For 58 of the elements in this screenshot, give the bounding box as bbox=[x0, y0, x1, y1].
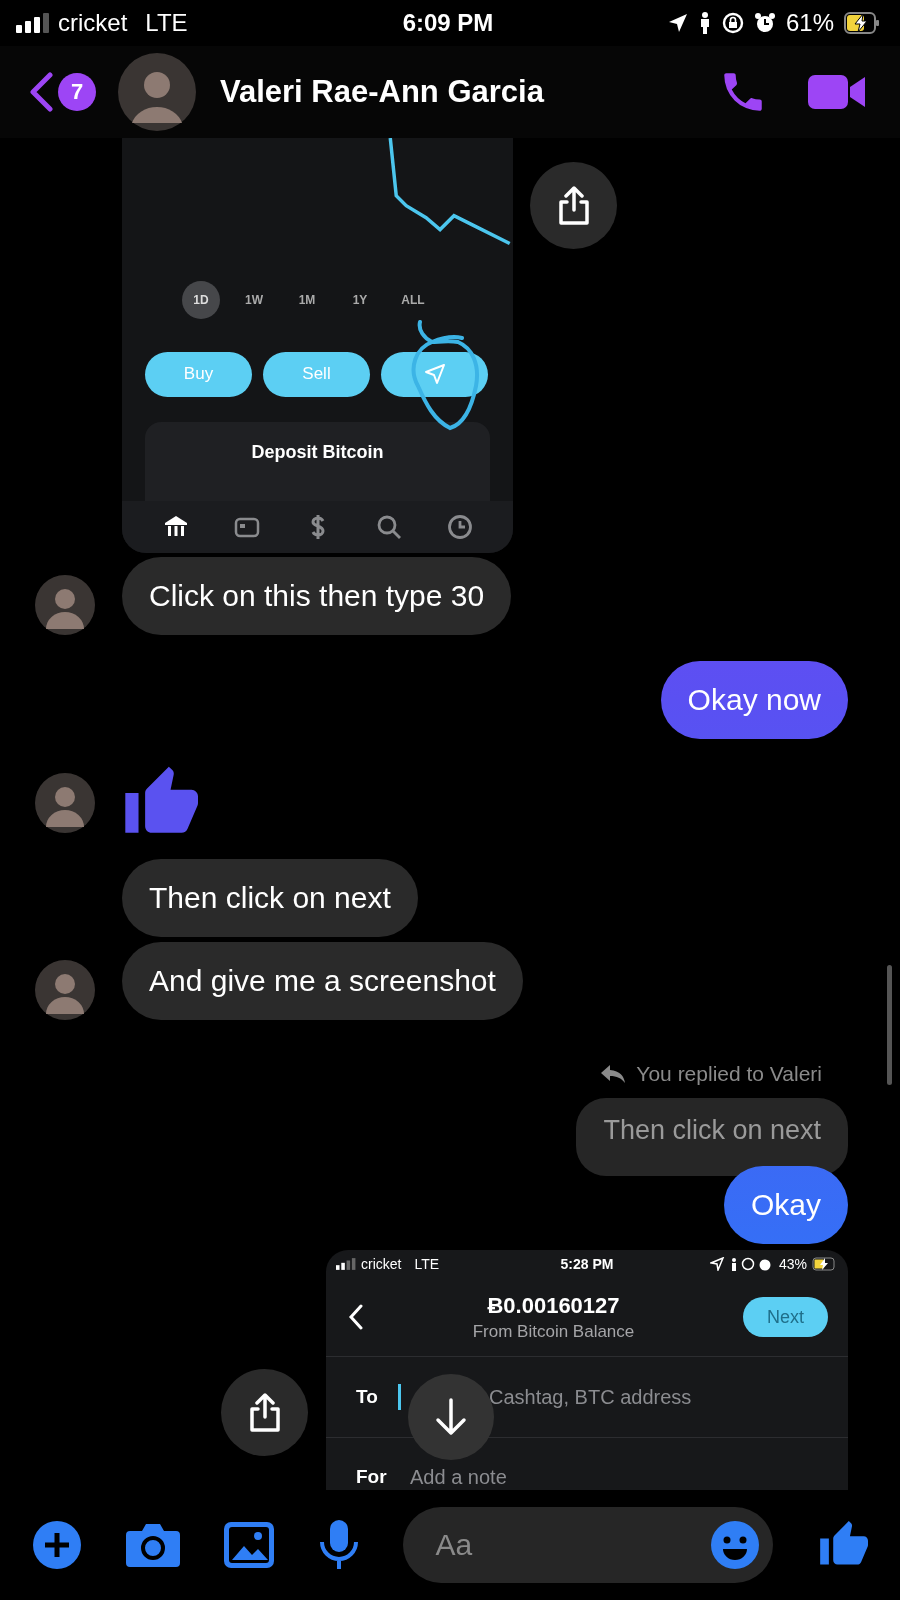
battery-percent: 61% bbox=[785, 9, 834, 37]
placeholder-text: Add a note bbox=[410, 1466, 507, 1489]
battery-icon bbox=[812, 1257, 838, 1271]
bitcoin-amount: Ƀ0.00160127 bbox=[487, 1292, 620, 1319]
sender-avatar[interactable] bbox=[35, 773, 95, 833]
camera-icon[interactable] bbox=[125, 1523, 180, 1567]
time-range-tab[interactable]: ALL bbox=[394, 280, 432, 319]
video-call-icon[interactable] bbox=[808, 72, 866, 112]
location-icon bbox=[667, 13, 688, 33]
message-field[interactable]: Aa bbox=[403, 1507, 774, 1583]
message-bubble: Okay now bbox=[660, 661, 848, 739]
alarm-icon bbox=[753, 12, 776, 34]
time-range-tab[interactable]: 1Y bbox=[341, 280, 379, 319]
search-icon[interactable] bbox=[375, 514, 402, 541]
plus-icon[interactable] bbox=[33, 1521, 81, 1569]
reply-label: You replied to Valeri bbox=[636, 1062, 822, 1086]
back-icon[interactable] bbox=[348, 1304, 364, 1330]
sender-avatar[interactable] bbox=[35, 960, 95, 1020]
reply-icon bbox=[600, 1064, 627, 1084]
contact-avatar[interactable] bbox=[118, 53, 196, 131]
message-bubble: Okay bbox=[723, 1166, 848, 1244]
field-label: For bbox=[356, 1466, 388, 1488]
shared-screenshot[interactable]: 1D 1W 1M 1Y ALL Buy Sell Deposit Bitcoin bbox=[122, 138, 513, 553]
message-bubble: Then click on next bbox=[122, 859, 418, 937]
send-icon bbox=[423, 363, 446, 385]
time-range-tab[interactable]: 1W bbox=[235, 280, 273, 319]
chevron-left-icon bbox=[28, 72, 54, 112]
carrier-name: cricket bbox=[58, 9, 128, 37]
signal-icon bbox=[336, 1258, 356, 1270]
network-type: LTE bbox=[145, 9, 188, 37]
image-icon[interactable] bbox=[224, 1522, 275, 1568]
emoji-icon[interactable] bbox=[711, 1521, 760, 1569]
clock-icon[interactable] bbox=[446, 514, 473, 541]
card-title: Deposit Bitcoin bbox=[251, 441, 384, 464]
signal-icon bbox=[16, 13, 50, 33]
battery-percent: 43% bbox=[778, 1256, 807, 1272]
send-button[interactable] bbox=[381, 351, 488, 397]
balance-source: From Bitcoin Balance bbox=[472, 1321, 635, 1342]
message-bubble: Click on this then type 30 bbox=[122, 557, 512, 635]
network-type: LTE bbox=[414, 1256, 440, 1272]
quoted-message[interactable]: Then click on next bbox=[576, 1098, 848, 1176]
deposit-card[interactable]: Deposit Bitcoin bbox=[145, 421, 490, 502]
microphone-icon[interactable] bbox=[318, 1520, 359, 1570]
arrow-down-icon bbox=[433, 1397, 469, 1437]
field-label: To bbox=[356, 1386, 379, 1408]
scrollbar[interactable] bbox=[887, 965, 892, 1085]
time-range-tab[interactable]: 1D bbox=[182, 280, 220, 319]
clock-time: 5:28 PM bbox=[560, 1256, 614, 1272]
sender-avatar[interactable] bbox=[35, 575, 95, 635]
time-range-tab[interactable]: 1M bbox=[288, 280, 326, 319]
unread-count-badge: 7 bbox=[58, 73, 96, 111]
message-bubble: And give me a screenshot bbox=[122, 942, 523, 1020]
clock-time: 6:09 PM bbox=[402, 9, 494, 37]
back-button[interactable]: 7 bbox=[28, 72, 96, 112]
placeholder-text: Cashtag, BTC address bbox=[489, 1385, 692, 1409]
contact-name[interactable]: Valeri Rae-Ann Garcia bbox=[220, 74, 544, 110]
rotation-lock-icon bbox=[721, 12, 744, 34]
carrier-name: cricket bbox=[361, 1256, 402, 1272]
